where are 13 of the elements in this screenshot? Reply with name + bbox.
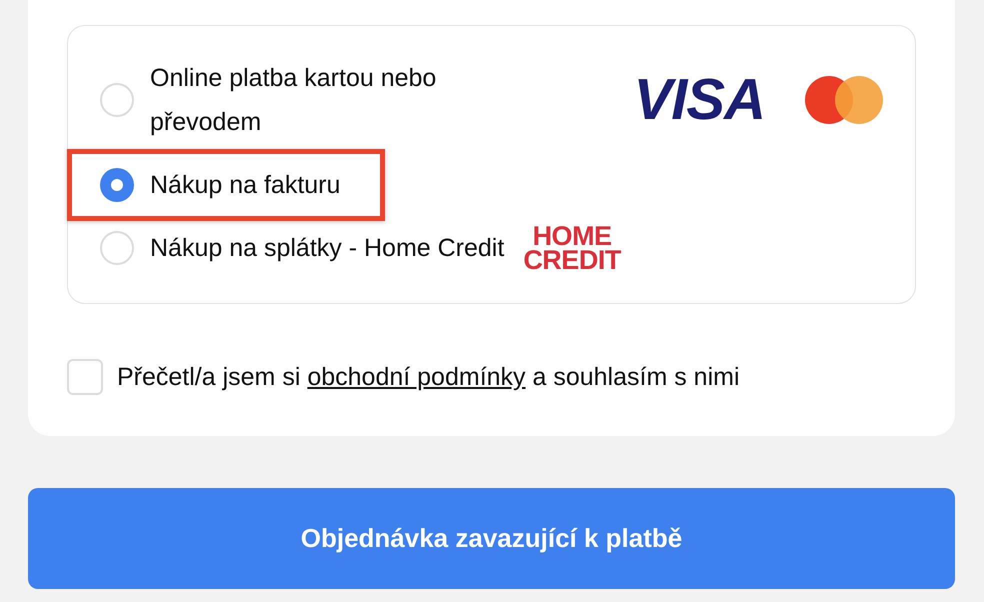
option-label[interactable]: Online platba kartou nebo převodem xyxy=(150,56,500,144)
visa-logo: VISA xyxy=(634,71,765,129)
radio-button[interactable] xyxy=(100,231,134,265)
mastercard-logo-icon xyxy=(805,76,883,124)
terms-link[interactable]: obchodní podmínky xyxy=(307,362,526,390)
submit-order-button[interactable]: Objednávka zavazující k platbě xyxy=(28,488,955,589)
terms-text: Přečetl/a jsem si obchodní podmínky a souhlasím s nimi xyxy=(117,362,740,392)
radio-button[interactable] xyxy=(100,168,134,202)
radio-button[interactable] xyxy=(100,83,134,117)
option-label[interactable]: Nákup na fakturu xyxy=(150,163,340,207)
terms-checkbox[interactable] xyxy=(67,359,103,395)
home-credit-logo: HOME CREDIT xyxy=(523,224,621,272)
option-label[interactable]: Nákup na splátky - Home Credit xyxy=(150,226,504,270)
